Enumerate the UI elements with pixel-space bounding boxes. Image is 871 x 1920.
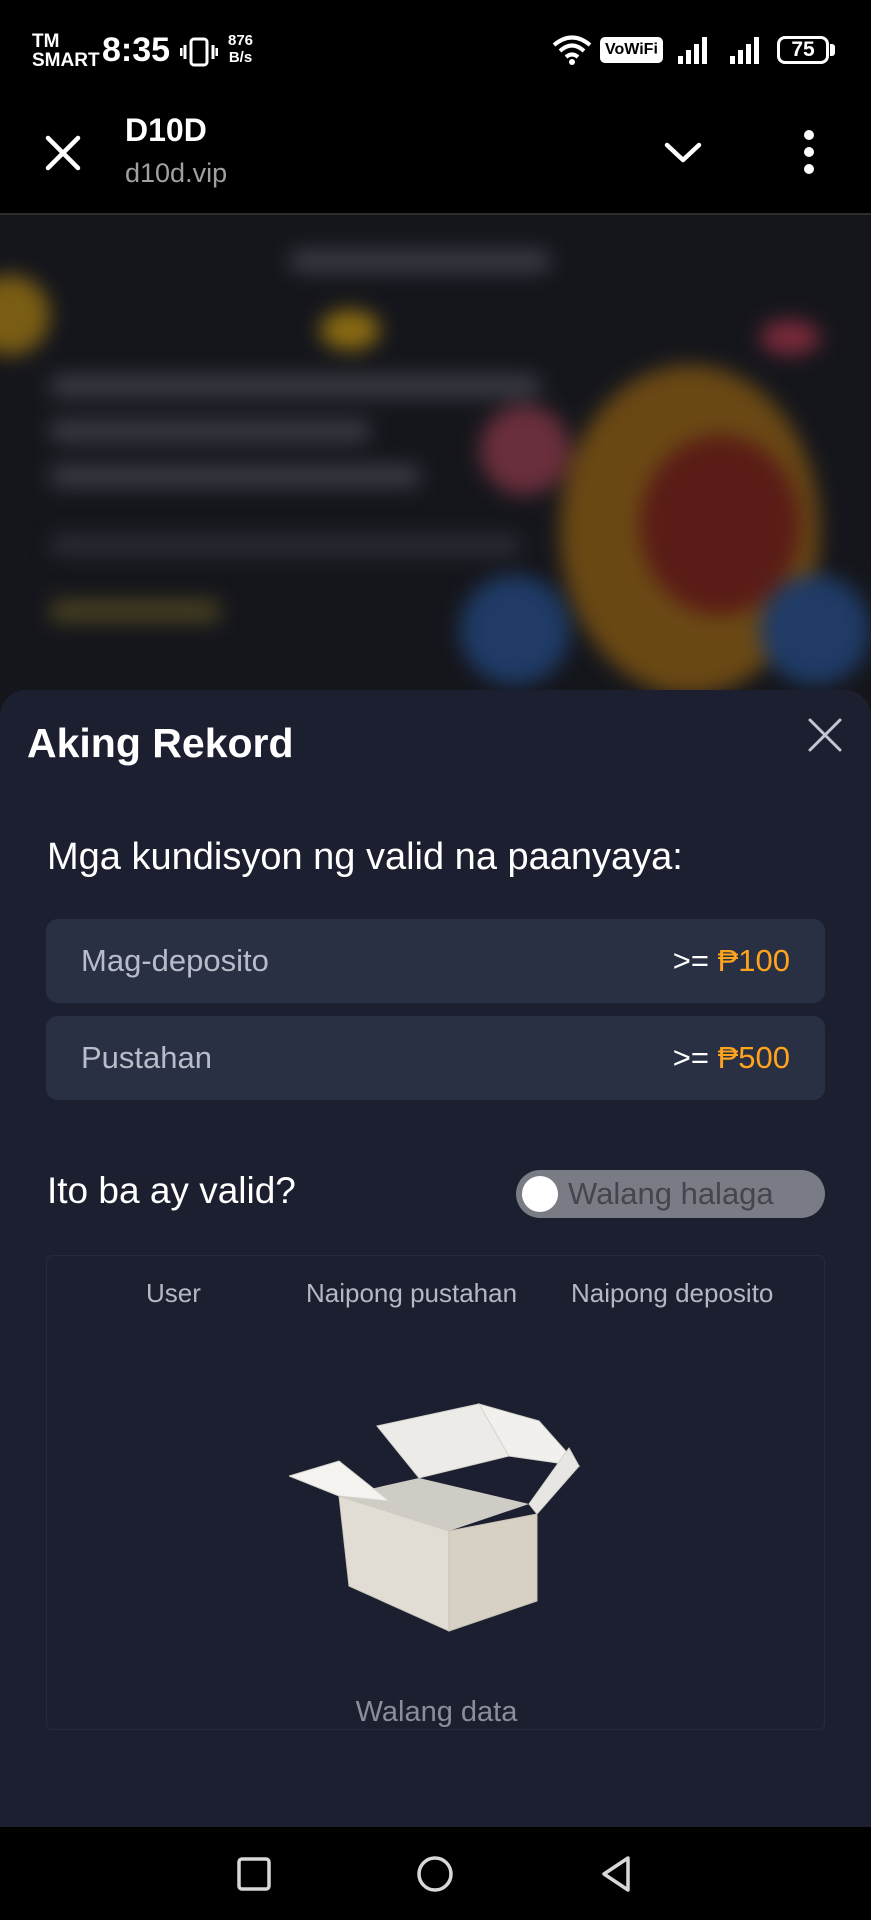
vibrate-icon: [180, 37, 218, 67]
blurred-shape: [320, 310, 380, 350]
battery-icon: 75: [777, 36, 829, 64]
column-header-bets: Naipong pustahan: [306, 1278, 518, 1308]
condition-row-deposit: Mag-deposito >= ₱100: [46, 919, 825, 1003]
home-icon[interactable]: [414, 1853, 456, 1895]
carrier-label: TM SMART: [32, 32, 100, 70]
condition-label: Mag-deposito: [81, 943, 269, 978]
blurred-shape: [640, 435, 800, 615]
blurred-header-bar: [290, 250, 550, 272]
carrier-line-1: TM: [32, 31, 60, 52]
site-url: d10d.vip: [125, 158, 228, 188]
column-header-user: User: [146, 1278, 201, 1308]
blurred-text-bar: [50, 375, 540, 397]
blurred-shape: [760, 320, 820, 355]
condition-value: >= ₱100: [673, 919, 790, 1003]
empty-state-text: Walang data: [355, 1696, 518, 1728]
column-header-deposits: Naipong deposito: [571, 1278, 774, 1308]
condition-value: >= ₱500: [673, 1016, 790, 1100]
chevron-down-icon[interactable]: [662, 135, 704, 169]
status-bar: TM SMART 8:35 876 B/s VoWiFi 2 75: [0, 0, 871, 100]
clock: 8:35: [102, 31, 171, 69]
signal-icon: [678, 37, 707, 64]
blurred-text-bar: [50, 465, 420, 487]
network-speed: 876 B/s: [228, 32, 253, 66]
condition-amount: ₱500: [717, 1040, 790, 1075]
network-speed-value: 876: [228, 32, 254, 49]
recent-apps-icon[interactable]: [233, 1853, 275, 1895]
conditions-heading: Mga kundisyon ng valid na paanyaya:: [47, 836, 683, 878]
condition-row-bet: Pustahan >= ₱500: [46, 1016, 825, 1100]
blurred-shape: [480, 405, 570, 495]
blurred-text-bar: [50, 420, 370, 442]
valid-filter-toggle[interactable]: Walang halaga: [516, 1170, 825, 1218]
signal-icon: [730, 37, 759, 64]
sheet-title: Aking Rekord: [27, 720, 294, 766]
valid-filter-label: Ito ba ay valid?: [47, 1170, 296, 1211]
blurred-shape: [460, 575, 570, 685]
wifi-icon: [552, 35, 592, 65]
navigation-bar: [0, 1827, 871, 1920]
close-icon[interactable]: [806, 716, 844, 754]
network-speed-unit: B/s: [228, 49, 253, 66]
toggle-text: Walang halaga: [568, 1176, 774, 1211]
blurred-text-bar: [50, 535, 520, 555]
toggle-knob: [522, 1176, 558, 1212]
blurred-shape: [760, 575, 870, 685]
more-options-icon[interactable]: [790, 126, 828, 178]
vowifi-sim-number: 2: [652, 50, 660, 66]
empty-box-icon: [289, 1403, 581, 1632]
back-icon[interactable]: [596, 1853, 638, 1895]
battery-tip: [830, 44, 835, 56]
records-table: User Naipong pustahan Naipong deposito W…: [46, 1255, 825, 1730]
blurred-shape: [0, 275, 50, 355]
condition-label: Pustahan: [81, 1040, 212, 1075]
condition-operator: >=: [672, 1040, 709, 1075]
records-sheet: Aking Rekord Mga kundisyon ng valid na p…: [0, 690, 871, 1827]
browser-header: D10D d10d.vip: [0, 100, 871, 215]
blurred-text-bar: [50, 600, 220, 622]
close-icon[interactable]: [40, 130, 86, 176]
carrier-line-2: SMART: [32, 50, 100, 71]
site-title: D10D: [125, 112, 207, 148]
condition-amount: ₱100: [717, 943, 790, 978]
condition-operator: >=: [672, 943, 709, 978]
